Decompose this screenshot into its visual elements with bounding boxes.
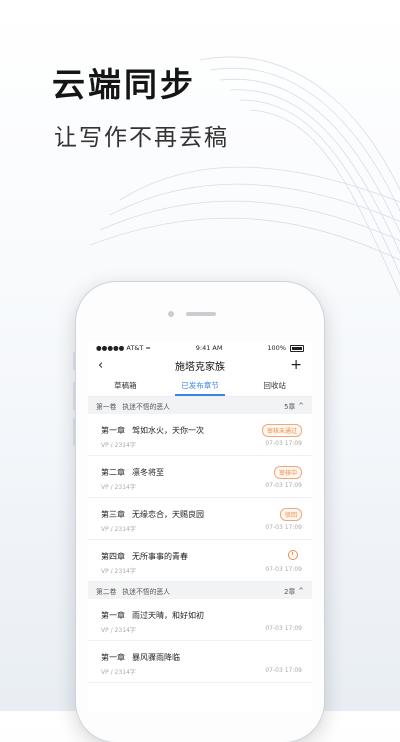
speaker-grille xyxy=(186,312,216,316)
back-icon[interactable]: ‹ xyxy=(98,359,114,372)
status-bar: ●●●●● AT&T ≈ 9:41 AM 100% xyxy=(88,342,312,354)
status-badge: 审核未通过 xyxy=(261,424,302,437)
chapter-date: 07-03 17:09 xyxy=(265,440,302,447)
battery-label: 100% xyxy=(267,344,286,352)
nav-bar: ‹ 施塔克家族 + xyxy=(88,354,312,376)
battery-area: 100% xyxy=(267,344,304,352)
chapter-date: 07-03 17:09 xyxy=(265,667,302,674)
chapter-title: 暴风骤雨降临 xyxy=(132,653,180,662)
chevron-up-icon[interactable]: ^ xyxy=(298,402,304,410)
chapter-row[interactable]: 第四章 无所事事的青春 VP / 2314字 07-03 17:09 xyxy=(88,540,312,582)
chapter-number: 第三章 xyxy=(101,510,125,519)
chapter-date: 07-03 17:09 xyxy=(265,566,302,573)
mute-switch xyxy=(73,352,76,370)
chapter-meta: VP / 2314字 xyxy=(101,442,136,449)
nav-title: 施塔克家族 xyxy=(175,361,225,373)
chapter-meta: VP / 2314字 xyxy=(101,627,136,634)
carrier-label: ●●●●● AT&T xyxy=(96,344,144,352)
chevron-up-icon[interactable]: ^ xyxy=(298,587,304,595)
volume-up-button xyxy=(73,382,76,410)
carrier: ●●●●● AT&T ≈ xyxy=(96,344,151,352)
chapter-number: 第二章 xyxy=(101,468,125,477)
chapter-number: 第一章 xyxy=(101,653,125,662)
volume-subtitle: 执迷不悟的恶人 xyxy=(122,402,170,411)
chapter-number: 第一章 xyxy=(101,426,125,435)
chapter-meta: VP / 2314字 xyxy=(101,568,136,575)
tab-bar: 草稿箱 已发布章节 回收站 xyxy=(88,376,312,397)
headline: 云端同步 xyxy=(52,65,196,104)
chapter-date: 07-03 17:09 xyxy=(265,482,302,489)
chapter-date: 07-03 17:09 xyxy=(265,524,302,531)
chapter-title: 驾如水火，天你一次 xyxy=(132,426,204,435)
chapter-row[interactable]: 第三章 无缘恋合，天赐良园 VP / 2314字 驳回 07-03 17:09 xyxy=(88,498,312,540)
chapter-title: 雨过天晴，和好如初 xyxy=(132,611,204,620)
volume-count: 2章 xyxy=(284,587,296,596)
chapter-meta: VP / 2314字 xyxy=(101,669,136,676)
chapter-meta: VP / 2314字 xyxy=(101,526,136,533)
volume-name: 第二卷 xyxy=(96,587,117,596)
volume-count: 5章 xyxy=(284,402,296,411)
chapter-title: 无所事事的青春 xyxy=(132,552,188,561)
chapter-title: 凛冬将至 xyxy=(132,468,164,477)
add-icon[interactable]: + xyxy=(286,358,302,372)
chapter-row[interactable]: 第一章 雨过天晴，和好如初 VP / 2314字 07-03 17:09 xyxy=(88,599,312,641)
status-badge: 驳回 xyxy=(279,508,302,521)
chapter-number: 第四章 xyxy=(101,552,125,561)
chapter-row[interactable]: 第一章 暴风骤雨降临 VP / 2314字 07-03 17:09 xyxy=(88,641,312,683)
chapter-title: 无缘恋合，天赐良园 xyxy=(132,510,204,519)
volume-header[interactable]: 第二卷 执迷不悟的恶人 2章 ^ xyxy=(88,582,312,599)
volume-name: 第一卷 xyxy=(96,402,117,411)
tab-drafts[interactable]: 草稿箱 xyxy=(88,376,163,396)
volume-subtitle: 执迷不悟的恶人 xyxy=(122,587,170,596)
status-badge: 审核中 xyxy=(273,466,302,479)
volume-header[interactable]: 第一卷 执迷不悟的恶人 5章 ^ xyxy=(88,397,312,414)
phone-screen: ●●●●● AT&T ≈ 9:41 AM 100% ‹ 施塔克家族 + 草稿箱 … xyxy=(88,342,312,711)
subline: 让写作不再丢稿 xyxy=(54,125,229,151)
tab-published-chapters[interactable]: 已发布章节 xyxy=(163,376,238,396)
wifi-icon: ≈ xyxy=(145,344,151,352)
status-time: 9:41 AM xyxy=(195,344,223,352)
camera-icon xyxy=(168,311,174,317)
tab-recycle-bin[interactable]: 回收站 xyxy=(237,376,312,396)
volume-down-button xyxy=(73,418,76,446)
chapter-row[interactable]: 第一章 驾如水火，天你一次 VP / 2314字 审核未通过 07-03 17:… xyxy=(88,414,312,456)
battery-icon xyxy=(290,344,304,352)
timer-icon xyxy=(288,550,298,560)
chapter-date: 07-03 17:09 xyxy=(265,625,302,632)
chapter-meta: VP / 2314字 xyxy=(101,484,136,491)
chapter-row[interactable]: 第二章 凛冬将至 VP / 2314字 审核中 07-03 17:09 xyxy=(88,456,312,498)
chapter-number: 第一章 xyxy=(101,611,125,620)
